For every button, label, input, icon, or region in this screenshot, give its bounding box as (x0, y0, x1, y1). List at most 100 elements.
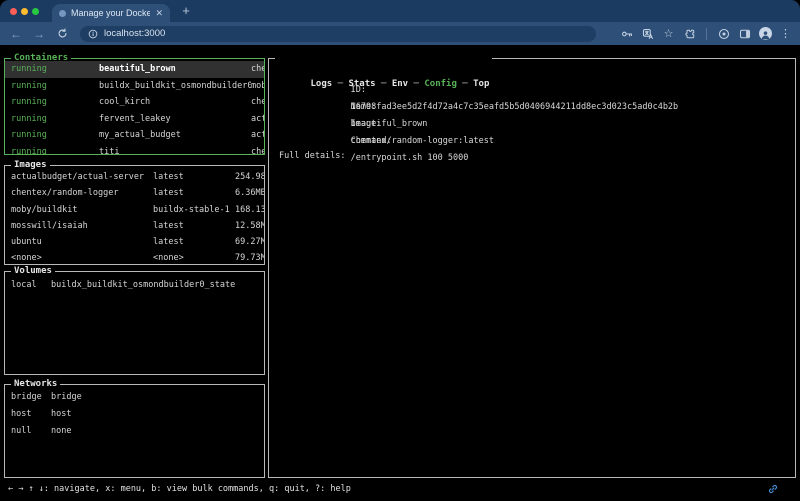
image-tag: buildx-stable-1 (153, 202, 235, 218)
image-size: 69.27MB (235, 234, 264, 250)
browser-window: Manage your Docker fleet wi ✕ + ← → loca… (0, 0, 800, 501)
translate-icon[interactable] (641, 27, 654, 40)
networks-list: bridge bridge host host null none (5, 385, 264, 477)
profile-avatar[interactable] (759, 27, 772, 40)
config-summary: ID: 16798fad3ee5d2f4d72a4c7c35eafd5b5d04… (279, 65, 795, 133)
container-row[interactable]: running my_actual_budget act (5, 127, 264, 144)
image-tag: latest (153, 169, 235, 185)
config-detail-line: ResolvConfPath: "/var/lib/docker/contain… (279, 468, 795, 478)
container-name: my_actual_budget (99, 127, 251, 144)
container-row[interactable]: running buildx_buildkit_osmondbuilder0 m… (5, 78, 264, 95)
image-size: 79.73MB (235, 250, 264, 264)
config-detail-line: State: (279, 266, 795, 282)
container-name: cool_kirch (99, 94, 251, 111)
config-detail-line: Running: true (279, 297, 795, 313)
config-summary-label: ID: (351, 82, 407, 99)
config-summary-label: Image: (351, 116, 407, 133)
back-icon[interactable]: ← (9, 27, 23, 41)
container-status: running (11, 94, 99, 111)
network-row[interactable]: null none (5, 423, 264, 440)
image-row[interactable]: chentex/random-logger latest 6.36MB (5, 185, 264, 201)
config-summary-line: ID: 16798fad3ee5d2f4d72a4c7c35eafd5b5d04… (279, 65, 795, 82)
container-name: buildx_buildkit_osmondbuilder0 (99, 78, 251, 95)
image-name: moby/buildkit (11, 202, 153, 218)
image-name: chentex/random-logger (11, 185, 153, 201)
image-size: 168.13MB (235, 202, 264, 218)
network-row[interactable]: bridge bridge (5, 389, 264, 406)
config-detail-line: FinishedAt: "2024-01-03T16:37:16.9184262… (279, 437, 795, 453)
image-name: actualbudget/actual-server (11, 169, 153, 185)
tab-favicon-icon (59, 10, 66, 17)
image-row[interactable]: actualbudget/actual-server latest 254.98… (5, 169, 264, 185)
url-text[interactable]: localhost:3000 (104, 28, 165, 39)
image-size: 12.58MB (235, 218, 264, 234)
container-row[interactable]: running cool_kirch che (5, 94, 264, 111)
minimize-window-button[interactable] (21, 8, 28, 15)
inspector-body: ID: 16798fad3ee5d2f4d72a4c7c35eafd5b5d04… (269, 59, 795, 477)
config-detail-line: - "100" (279, 235, 795, 251)
images-list: actualbudget/actual-server latest 254.98… (5, 166, 264, 264)
site-info-icon[interactable] (88, 29, 98, 39)
containers-list: running beautiful_brown che running buil… (5, 59, 264, 154)
bookmark-star-icon[interactable]: ☆ (662, 27, 675, 40)
container-row[interactable]: running fervent_leakey act (5, 111, 264, 128)
address-bar[interactable]: localhost:3000 (80, 26, 596, 42)
tab-close-icon[interactable]: ✕ (155, 8, 163, 19)
image-name: ubuntu (11, 234, 153, 250)
side-panel-icon[interactable] (738, 27, 751, 40)
forward-icon[interactable]: → (32, 27, 46, 41)
config-detail-line: Dead: false (279, 359, 795, 375)
volume-name: buildx_buildkit_osmondbuilder0_state (51, 277, 264, 294)
docker-tui: Containers running beautiful_brown che r… (0, 45, 800, 501)
config-summary-label: Name: (351, 99, 407, 116)
container-status: running (11, 144, 99, 155)
browser-tab[interactable]: Manage your Docker fleet wi ✕ (52, 4, 170, 22)
volume-row[interactable]: local buildx_buildkit_osmondbuilder0_sta… (5, 277, 264, 294)
image-row[interactable]: mosswill/isaiah latest 12.58MB (5, 218, 264, 234)
container-image: che (251, 61, 264, 78)
config-detail-line: OOMKilled: false (279, 344, 795, 360)
browser-toolbar: ← → localhost:3000 ☆ (0, 22, 800, 45)
config-detail-line: Args: (279, 220, 795, 236)
container-image: che (251, 144, 264, 155)
container-row[interactable]: running beautiful_brown che (5, 61, 264, 78)
close-window-button[interactable] (10, 8, 17, 15)
browser-menu-icon[interactable]: ⋮ (780, 27, 791, 40)
image-row[interactable]: moby/buildkit buildx-stable-1 168.13MB (5, 202, 264, 218)
reload-icon[interactable] (55, 27, 69, 41)
network-driver: host (51, 406, 264, 423)
statusbar-help: ← → ↑ ↓: navigate, x: menu, b: view bulk… (8, 482, 351, 496)
zoom-window-button[interactable] (32, 8, 39, 15)
image-name: mosswill/isaiah (11, 218, 153, 234)
image-size: 6.36MB (235, 185, 264, 201)
config-detail-line: - "5000" (279, 251, 795, 267)
image-tag: latest (153, 234, 235, 250)
network-driver: bridge (51, 389, 264, 406)
tab-title: Manage your Docker fleet wi (71, 8, 150, 18)
network-row[interactable]: host host (5, 406, 264, 423)
extensions-puzzle-icon[interactable] (683, 27, 696, 40)
config-detail-line: ExitCode: 0 (279, 390, 795, 406)
config-detail-line: Id: "16798fad3ee5d2f4d72a4c7c35eafd5b5d0… (279, 173, 795, 189)
config-detail-line: Image: "sha256:5b771db46f4add301f04f0060… (279, 452, 795, 468)
toolbar-icons: ☆ ⋮ (620, 27, 791, 40)
new-tab-button[interactable]: + (178, 3, 194, 19)
inspector-panel: LogsStatsEnvConfigTop ID: 16798fad3ee5d2… (268, 58, 796, 478)
image-row[interactable]: <none> <none> 79.73MB (5, 250, 264, 264)
image-size: 254.98MB (235, 169, 264, 185)
container-image: act (251, 127, 264, 144)
extension-badge-icon[interactable] (717, 27, 730, 40)
config-detail-line: Status: "running" (279, 282, 795, 298)
link-icon[interactable] (767, 483, 779, 495)
volume-driver: local (11, 277, 51, 294)
container-row[interactable]: running titi che (5, 144, 264, 155)
volumes-list: local buildx_buildkit_osmondbuilder0_sta… (5, 272, 264, 374)
container-status: running (11, 78, 99, 95)
images-panel: Images actualbudget/actual-server latest… (4, 165, 265, 265)
passwords-key-icon[interactable] (620, 27, 633, 40)
network-name: host (11, 406, 51, 423)
image-row[interactable]: ubuntu latest 69.27MB (5, 234, 264, 250)
config-detail-line: Pid: 47575 (279, 375, 795, 391)
image-tag: latest (153, 218, 235, 234)
config-summary-label: Command: (351, 133, 407, 150)
